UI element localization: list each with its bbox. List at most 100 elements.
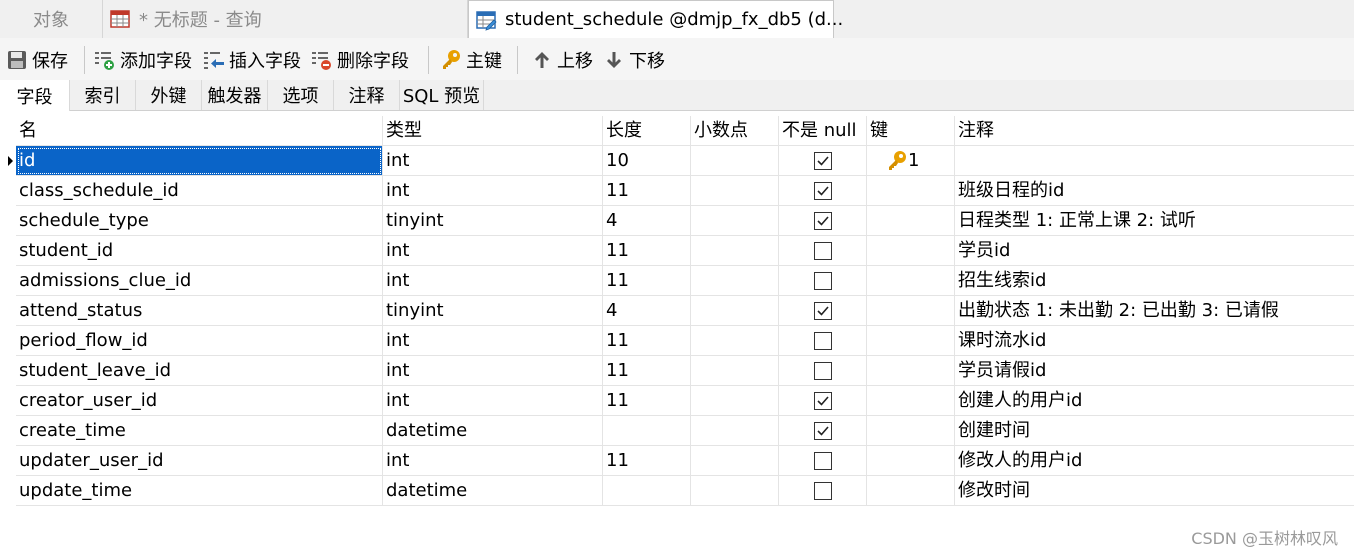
not-null-checkbox[interactable] bbox=[814, 182, 832, 200]
cell-name[interactable]: attend_status bbox=[16, 296, 383, 326]
cell-name[interactable]: period_flow_id bbox=[16, 326, 383, 356]
not-null-checkbox[interactable] bbox=[814, 212, 832, 230]
table-row[interactable]: period_flow_id int 11 课时流水id bbox=[0, 326, 1354, 356]
cell-type[interactable]: datetime bbox=[383, 416, 603, 446]
cell-length[interactable]: 11 bbox=[603, 386, 691, 416]
not-null-checkbox[interactable] bbox=[814, 452, 832, 470]
cell-name[interactable]: create_time bbox=[16, 416, 383, 446]
cell-length[interactable]: 10 bbox=[603, 146, 691, 176]
tab-comment[interactable]: 注释 bbox=[334, 80, 400, 110]
cell-length[interactable]: 11 bbox=[603, 356, 691, 386]
cell-not-null[interactable] bbox=[779, 236, 867, 266]
row-indicator[interactable] bbox=[0, 326, 16, 356]
table-row[interactable]: attend_status tinyint 4 出勤状态 1: 未出勤 2: 已出勤 … bbox=[0, 296, 1354, 326]
cell-length[interactable]: 4 bbox=[603, 296, 691, 326]
cell-comment[interactable]: 学员id bbox=[955, 236, 1354, 266]
not-null-checkbox[interactable] bbox=[814, 272, 832, 290]
cell-name[interactable]: updater_user_id bbox=[16, 446, 383, 476]
cell-length[interactable]: 11 bbox=[603, 326, 691, 356]
tab-indexes[interactable]: 索引 bbox=[70, 80, 136, 110]
insert-field-button[interactable]: 插入字段 bbox=[203, 46, 301, 74]
cell-decimals[interactable] bbox=[691, 266, 779, 296]
not-null-checkbox[interactable] bbox=[814, 392, 832, 410]
cell-length[interactable]: 11 bbox=[603, 266, 691, 296]
cell-not-null[interactable] bbox=[779, 206, 867, 236]
tab-foreign-keys[interactable]: 外键 bbox=[136, 80, 202, 110]
cell-decimals[interactable] bbox=[691, 416, 779, 446]
cell-type[interactable]: tinyint bbox=[383, 296, 603, 326]
cell-type[interactable]: int bbox=[383, 176, 603, 206]
cell-not-null[interactable] bbox=[779, 296, 867, 326]
table-row[interactable]: class_schedule_id int 11 班级日程的id bbox=[0, 176, 1354, 206]
cell-name[interactable]: id bbox=[16, 146, 383, 176]
tab-objects[interactable]: 对象 bbox=[0, 0, 103, 38]
cell-not-null[interactable] bbox=[779, 356, 867, 386]
cell-comment[interactable]: 创建人的用户id bbox=[955, 386, 1354, 416]
cell-type[interactable]: int bbox=[383, 326, 603, 356]
cell-decimals[interactable] bbox=[691, 476, 779, 506]
cell-name[interactable]: student_leave_id bbox=[16, 356, 383, 386]
cell-key[interactable] bbox=[867, 356, 955, 386]
cell-key[interactable] bbox=[867, 326, 955, 356]
not-null-checkbox[interactable] bbox=[814, 362, 832, 380]
cell-type[interactable]: tinyint bbox=[383, 206, 603, 236]
cell-key[interactable] bbox=[867, 476, 955, 506]
not-null-checkbox[interactable] bbox=[814, 302, 832, 320]
cell-not-null[interactable] bbox=[779, 266, 867, 296]
cell-decimals[interactable] bbox=[691, 206, 779, 236]
row-indicator[interactable] bbox=[0, 206, 16, 236]
table-row[interactable]: admissions_clue_id int 11 招生线索id bbox=[0, 266, 1354, 296]
cell-key[interactable]: 1 bbox=[867, 146, 955, 176]
row-indicator[interactable] bbox=[0, 146, 16, 176]
table-row[interactable]: id int 10 1 bbox=[0, 146, 1354, 176]
cell-decimals[interactable] bbox=[691, 446, 779, 476]
primary-key-button[interactable]: 主键 bbox=[440, 46, 502, 74]
tab-sql-preview[interactable]: SQL 预览 bbox=[400, 80, 484, 110]
cell-length[interactable]: 11 bbox=[603, 176, 691, 206]
tab-table-design[interactable]: student_schedule @dmjp_fx_db5 (d... bbox=[468, 0, 843, 38]
column-header-name[interactable]: 名 bbox=[16, 116, 383, 146]
cell-key[interactable] bbox=[867, 416, 955, 446]
cell-key[interactable] bbox=[867, 206, 955, 236]
cell-comment[interactable]: 修改人的用户id bbox=[955, 446, 1354, 476]
tab-triggers[interactable]: 触发器 bbox=[202, 80, 268, 110]
cell-name[interactable]: update_time bbox=[16, 476, 383, 506]
cell-name[interactable]: schedule_type bbox=[16, 206, 383, 236]
column-header-type[interactable]: 类型 bbox=[383, 116, 603, 146]
cell-comment[interactable]: 招生线索id bbox=[955, 266, 1354, 296]
move-down-button[interactable]: 下移 bbox=[603, 46, 665, 74]
cell-name[interactable]: creator_user_id bbox=[16, 386, 383, 416]
cell-not-null[interactable] bbox=[779, 176, 867, 206]
cell-type[interactable]: datetime bbox=[383, 476, 603, 506]
column-header-key[interactable]: 键 bbox=[867, 116, 955, 146]
column-header-comment[interactable]: 注释 bbox=[955, 116, 1354, 146]
row-indicator[interactable] bbox=[0, 386, 16, 416]
row-indicator[interactable] bbox=[0, 446, 16, 476]
move-up-button[interactable]: 上移 bbox=[531, 46, 593, 74]
row-indicator[interactable] bbox=[0, 476, 16, 506]
not-null-checkbox[interactable] bbox=[814, 152, 832, 170]
column-header-decimals[interactable]: 小数点 bbox=[691, 116, 779, 146]
cell-comment[interactable]: 出勤状态 1: 未出勤 2: 已出勤 3: 已请假 bbox=[955, 296, 1354, 326]
delete-field-button[interactable]: 删除字段 bbox=[311, 46, 409, 74]
row-indicator[interactable] bbox=[0, 356, 16, 386]
cell-decimals[interactable] bbox=[691, 326, 779, 356]
save-button[interactable]: 保存 bbox=[6, 46, 68, 74]
cell-not-null[interactable] bbox=[779, 476, 867, 506]
cell-decimals[interactable] bbox=[691, 236, 779, 266]
row-indicator[interactable] bbox=[0, 176, 16, 206]
cell-decimals[interactable] bbox=[691, 356, 779, 386]
cell-key[interactable] bbox=[867, 296, 955, 326]
cell-type[interactable]: int bbox=[383, 236, 603, 266]
cell-decimals[interactable] bbox=[691, 146, 779, 176]
row-indicator[interactable] bbox=[0, 296, 16, 326]
cell-decimals[interactable] bbox=[691, 386, 779, 416]
not-null-checkbox[interactable] bbox=[814, 242, 832, 260]
cell-not-null[interactable] bbox=[779, 416, 867, 446]
tab-untitled-query[interactable]: * 无标题 - 查询 bbox=[103, 0, 468, 38]
table-row[interactable]: update_time datetime 修改时间 bbox=[0, 476, 1354, 506]
cell-type[interactable]: int bbox=[383, 266, 603, 296]
cell-comment[interactable]: 创建时间 bbox=[955, 416, 1354, 446]
cell-length[interactable]: 11 bbox=[603, 446, 691, 476]
row-indicator[interactable] bbox=[0, 266, 16, 296]
